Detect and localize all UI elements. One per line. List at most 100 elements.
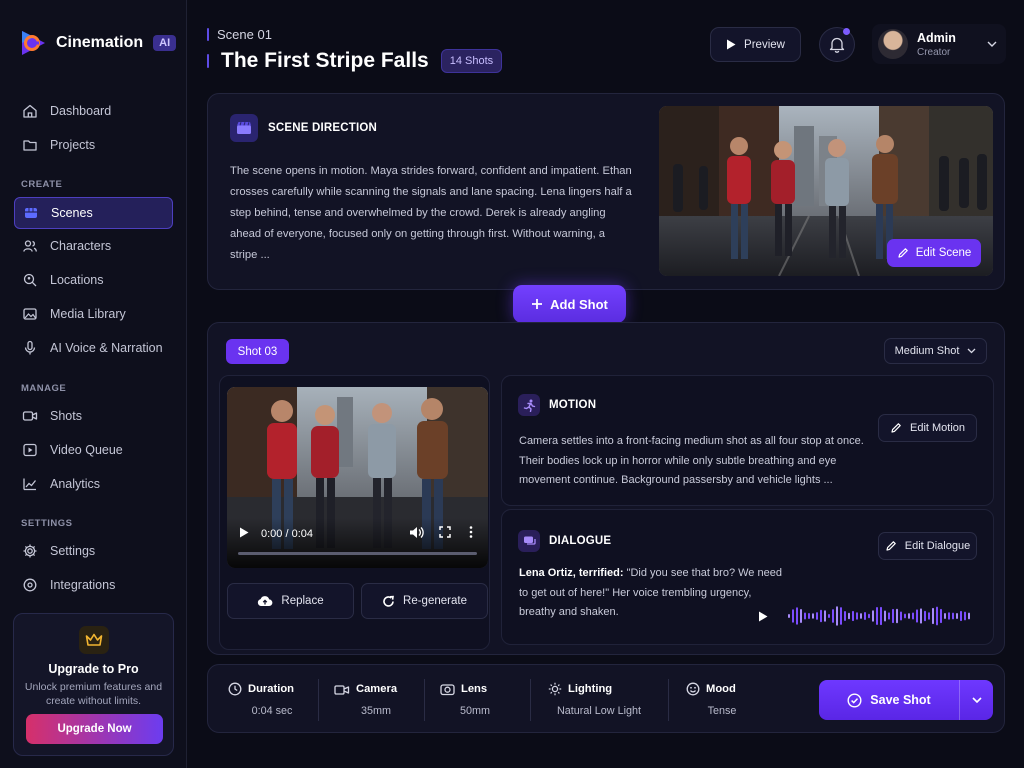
shot-type-dropdown[interactable]: Medium Shot — [884, 338, 987, 364]
waveform-bar — [884, 610, 886, 622]
sidebar-item-label: Projects — [50, 138, 96, 152]
sidebar-item-label: Shots — [50, 409, 82, 423]
property-value: 50mm — [460, 704, 490, 717]
location-icon — [23, 273, 37, 287]
save-shot-button[interactable]: Save Shot — [819, 680, 993, 720]
sidebar-item-locations[interactable]: Locations — [14, 264, 173, 296]
waveform-bar — [908, 613, 910, 619]
edit-scene-button[interactable]: Edit Scene — [887, 239, 981, 267]
sidebar-item-ai-voice[interactable]: AI Voice & Narration — [14, 332, 173, 364]
sidebar-item-label: AI Voice & Narration — [50, 341, 163, 355]
waveform-bar — [808, 612, 810, 620]
shot-panel: Shot 03 Medium Shot 0:00 / 0:04 Replace … — [207, 322, 1005, 655]
save-options-dropdown[interactable] — [959, 680, 993, 720]
audio-waveform[interactable] — [788, 604, 978, 628]
chevron-down-icon — [967, 348, 976, 354]
upgrade-card: Upgrade to Pro Unlock premium features a… — [13, 613, 174, 756]
edit-dialogue-button[interactable]: Edit Dialogue — [878, 532, 977, 560]
sidebar-item-scenes[interactable]: Scenes — [14, 197, 173, 229]
waveform-bar — [900, 611, 902, 621]
waveform-bar — [872, 610, 874, 622]
property-lens: Lens 50mm — [440, 665, 510, 734]
dialogue-title: DIALOGUE — [549, 535, 612, 547]
notification-dot — [843, 28, 850, 35]
sidebar-item-settings[interactable]: Settings — [14, 535, 173, 567]
property-value: 35mm — [361, 704, 391, 717]
scene-direction-panel: SCENE DIRECTION The scene opens in motio… — [207, 93, 1005, 290]
smile-icon — [686, 682, 700, 696]
property-label: Camera — [356, 683, 398, 695]
waveform-bar — [880, 606, 882, 626]
edit-dialogue-label: Edit Dialogue — [904, 540, 971, 552]
clapper-icon — [230, 114, 258, 142]
sidebar-item-video-queue[interactable]: Video Queue — [14, 434, 173, 466]
waveform-bar — [920, 608, 922, 624]
pencil-icon — [898, 248, 908, 258]
add-shot-button[interactable]: Add Shot — [513, 285, 626, 323]
play-icon[interactable] — [239, 527, 249, 538]
waveform-bar — [948, 612, 950, 620]
divider — [318, 679, 319, 721]
volume-icon[interactable] — [409, 526, 424, 539]
notifications-button[interactable] — [819, 27, 855, 62]
app-logo[interactable]: Cinemation AI — [18, 28, 177, 58]
edit-motion-button[interactable]: Edit Motion — [878, 414, 977, 442]
sidebar-item-analytics[interactable]: Analytics — [14, 468, 173, 500]
upgrade-text: Unlock premium features and create witho… — [24, 681, 163, 707]
preview-label: Preview — [744, 38, 785, 51]
preview-button[interactable]: Preview — [710, 27, 801, 62]
upgrade-title: Upgrade to Pro — [48, 662, 139, 676]
divider — [424, 679, 425, 721]
title-row: The First Stripe Falls 14 Shots — [207, 49, 503, 73]
edit-motion-label: Edit Motion — [909, 422, 966, 434]
folder-icon — [23, 140, 37, 151]
property-label: Lens — [461, 683, 488, 695]
cloud-upload-icon — [258, 596, 273, 607]
divider — [668, 679, 669, 721]
sidebar-item-characters[interactable]: Characters — [14, 230, 173, 262]
user-menu[interactable]: Admin Creator — [872, 24, 1006, 64]
waveform-bar — [852, 610, 854, 622]
breadcrumb-scene[interactable]: Scene 01 — [217, 27, 272, 42]
video-player[interactable]: 0:00 / 0:04 — [227, 387, 488, 568]
more-vertical-icon[interactable] — [469, 526, 473, 538]
chevron-down-icon — [987, 41, 997, 47]
scene-direction-header: SCENE DIRECTION — [230, 114, 377, 142]
upgrade-now-button[interactable]: Upgrade Now — [26, 714, 163, 744]
bell-icon — [829, 37, 845, 53]
property-header: Lens — [440, 683, 510, 696]
users-icon — [23, 240, 37, 252]
sidebar-item-integrations[interactable]: Integrations — [14, 569, 173, 601]
app-name: Cinemation — [56, 34, 144, 51]
waveform-bar — [924, 610, 926, 622]
waveform-bar — [844, 611, 846, 621]
property-header: Mood — [686, 682, 758, 696]
image-icon — [23, 308, 37, 320]
camera-icon — [334, 684, 350, 695]
waveform-bar — [816, 612, 818, 620]
save-shot-main[interactable]: Save Shot — [819, 692, 959, 708]
regenerate-button[interactable]: Re-generate — [361, 583, 488, 619]
sidebar-item-projects[interactable]: Projects — [14, 129, 173, 161]
video-controls: 0:00 / 0:04 — [227, 518, 488, 568]
sidebar: Cinemation AI Dashboard Projects CREATE … — [0, 0, 187, 768]
play-box-icon — [23, 443, 37, 457]
replace-button[interactable]: Replace — [227, 583, 354, 619]
waveform-bar — [960, 610, 962, 622]
chart-icon — [23, 478, 37, 491]
property-camera: Camera 35mm — [334, 665, 418, 734]
sidebar-item-shots[interactable]: Shots — [14, 400, 173, 432]
sidebar-item-dashboard[interactable]: Dashboard — [14, 95, 173, 127]
waveform-bar — [876, 606, 878, 626]
section-label-settings: SETTINGS — [21, 518, 73, 529]
sun-icon — [548, 682, 562, 696]
property-mood: Mood Tense — [686, 665, 758, 734]
clock-icon — [228, 682, 242, 696]
play-audio-icon[interactable] — [758, 611, 768, 622]
video-progress-bar[interactable] — [238, 552, 477, 555]
fullscreen-icon[interactable] — [439, 526, 451, 538]
refresh-icon — [383, 595, 394, 607]
sidebar-item-label: Video Queue — [50, 443, 123, 457]
sidebar-item-media-library[interactable]: Media Library — [14, 298, 173, 330]
video-time: 0:00 / 0:04 — [261, 528, 313, 540]
